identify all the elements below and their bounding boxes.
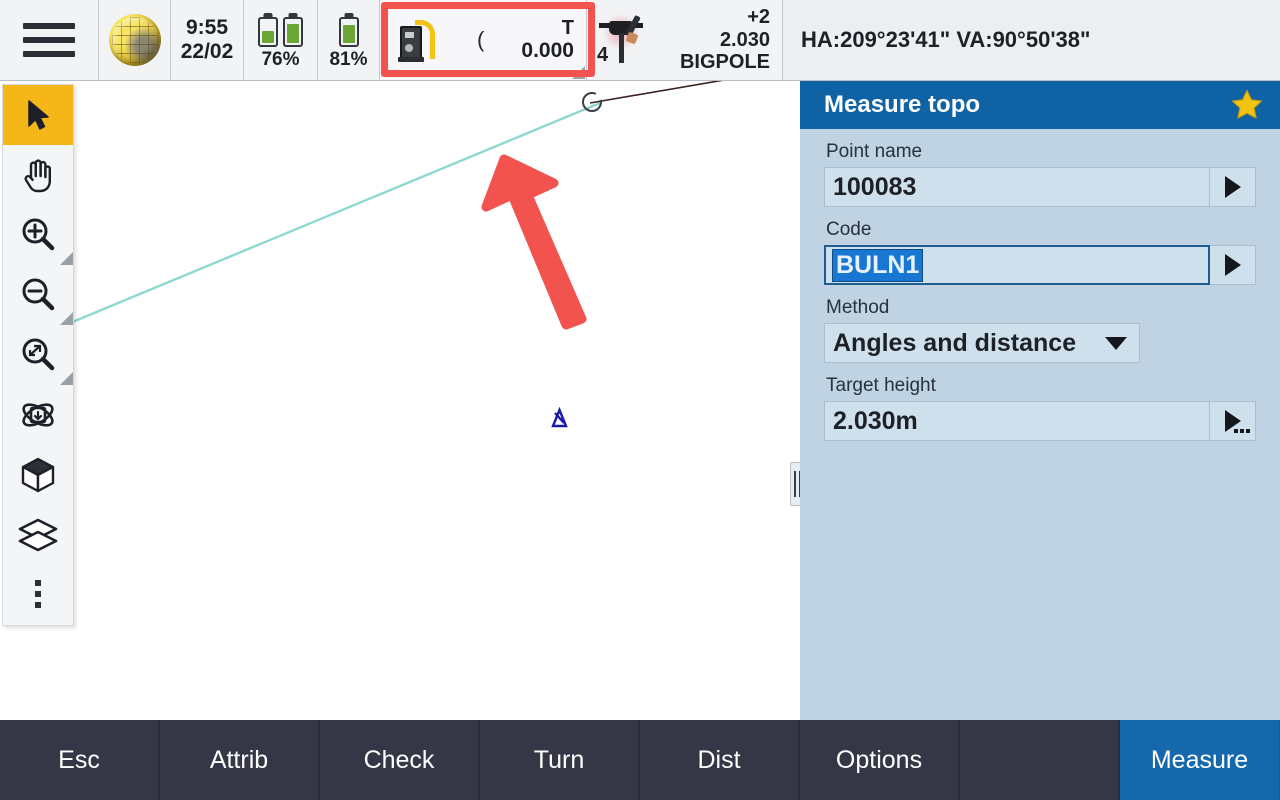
battery-primary-status[interactable]: 76%	[244, 0, 318, 80]
sidebar-item-zoom-extents-tool[interactable]	[3, 325, 73, 385]
panel-fields: Point name 100083 Code BULN1 Method Angl…	[800, 141, 1280, 441]
instrument-values: T 0.000	[521, 17, 574, 62]
sidebar-item-select-tool[interactable]	[3, 85, 73, 145]
battery-primary-label: 76%	[261, 49, 300, 70]
point-name-dropdown-button[interactable]	[1210, 167, 1256, 207]
submenu-corner-icon[interactable]	[60, 312, 73, 325]
esc-button[interactable]: Esc	[0, 720, 160, 800]
battery-icon	[338, 17, 359, 47]
target-height-options-button[interactable]	[1210, 401, 1256, 441]
chevron-down-icon	[1105, 336, 1127, 350]
app-root: 9:55 22/02 76% 81% ( T 0.000 4 +2 2.030 …	[0, 0, 1280, 800]
panel-splitter-handle[interactable]	[790, 462, 800, 506]
code-input[interactable]: BULN1	[824, 245, 1210, 285]
turn-button[interactable]: Turn	[480, 720, 640, 800]
attrib-button[interactable]: Attrib	[160, 720, 320, 800]
map-graphics	[69, 81, 724, 428]
point-marker	[551, 406, 568, 428]
sight-line	[589, 81, 724, 104]
submenu-corner-icon[interactable]	[60, 372, 73, 385]
sidebar-item-zoom-out-tool[interactable]	[3, 265, 73, 325]
target-offset: +2	[747, 6, 770, 29]
cursor-arrow-icon	[28, 100, 49, 130]
code-row: BULN1	[824, 245, 1256, 285]
target-name: BIGPOLE	[679, 51, 770, 74]
instrument-paren: (	[477, 27, 485, 52]
dist-button[interactable]: Dist	[640, 720, 800, 800]
prism-target-icon: 4	[597, 11, 653, 69]
code-label: Code	[826, 219, 872, 240]
sidebar-item-layers-tool[interactable]	[3, 505, 73, 565]
submenu-corner-icon[interactable]	[60, 252, 73, 265]
code-dropdown-button[interactable]	[1210, 245, 1256, 285]
point-name-input[interactable]: 100083	[824, 167, 1210, 207]
hamburger-menu-icon	[23, 23, 75, 57]
ellipsis-icon	[1234, 429, 1250, 433]
target-height-row: 2.030m	[824, 401, 1256, 441]
panel-header: Measure topo	[800, 81, 1280, 129]
target-status-cell[interactable]: 4 +2 2.030 BIGPOLE	[587, 0, 783, 80]
method-label: Method	[826, 297, 890, 318]
target-height-input[interactable]: 2.030m	[824, 401, 1210, 441]
more-vertical-icon	[35, 580, 41, 608]
instrument-status-cell[interactable]: ( T 0.000	[380, 0, 587, 80]
hand-pan-icon	[24, 159, 51, 193]
sidebar-item-zoom-in-tool[interactable]	[3, 205, 73, 265]
sidebar-item-view-3d-tool[interactable]	[3, 445, 73, 505]
page-title: Measure topo	[824, 91, 981, 118]
target-number: 4	[597, 44, 609, 66]
cell-expand-corner-icon[interactable]	[572, 66, 585, 79]
chevron-right-icon	[1224, 254, 1241, 276]
point-name-row: 100083	[824, 167, 1256, 207]
map-toolbar	[2, 84, 74, 626]
map-canvas[interactable]	[0, 81, 800, 720]
sidebar-item-more-tools[interactable]	[3, 565, 73, 625]
instrument-type-label: T	[561, 17, 574, 40]
measure-button[interactable]: Measure	[1120, 720, 1280, 800]
magnifier-scan-icon	[22, 338, 55, 371]
battery-secondary-label: 81%	[329, 49, 368, 70]
battery-icon-single	[338, 9, 359, 47]
globe-status-button[interactable]	[99, 0, 171, 80]
battery-icon	[258, 17, 278, 47]
cube-icon	[21, 457, 55, 493]
code-input-value: BULN1	[832, 248, 924, 282]
clock-date: 22/02	[180, 40, 234, 63]
options-button[interactable]: Options	[800, 720, 960, 800]
target-height-label: Target height	[826, 375, 936, 396]
angle-readout[interactable]: HA:209°23'41" VA:90°50'38"	[783, 0, 1280, 80]
method-select-value: Angles and distance	[833, 328, 1077, 357]
globe-icon	[108, 14, 161, 66]
check-button[interactable]: Check	[320, 720, 480, 800]
battery-icon-pair	[258, 9, 303, 47]
layers-icon	[18, 518, 58, 552]
target-values: +2 2.030 BIGPOLE	[680, 6, 770, 73]
bottom-action-bar: Esc Attrib Check Turn Dist Options Measu…	[0, 720, 1280, 800]
bottom-bar-spacer	[960, 720, 1120, 800]
angle-readout-text: HA:209°23'41" VA:90°50'38"	[801, 27, 1091, 52]
star-icon[interactable]	[1230, 88, 1264, 122]
clock-time: 9:55	[185, 16, 229, 40]
clock-status[interactable]: 9:55 22/02	[171, 0, 244, 80]
measure-topo-panel: Measure topo Point name 100083 Code BULN…	[800, 81, 1280, 720]
total-station-icon	[396, 14, 438, 66]
orbit-rotate-icon	[22, 403, 54, 427]
chevron-right-icon	[1224, 176, 1241, 198]
sidebar-item-orbit-tool[interactable]	[3, 385, 73, 445]
magnifier-plus-icon	[22, 218, 55, 251]
target-height-value: 2.030	[719, 28, 770, 51]
battery-secondary-status[interactable]: 81%	[318, 0, 380, 80]
instrument-value: 0.000	[521, 39, 574, 63]
magnifier-minus-icon	[22, 278, 55, 311]
hamburger-menu-button[interactable]	[0, 0, 99, 80]
survey-line	[69, 101, 601, 325]
method-select[interactable]: Angles and distance	[824, 323, 1140, 363]
sidebar-item-pan-tool[interactable]	[3, 145, 73, 205]
top-status-bar: 9:55 22/02 76% 81% ( T 0.000 4 +2 2.030 …	[0, 0, 1280, 81]
point-name-label: Point name	[826, 141, 923, 162]
battery-icon	[283, 17, 303, 47]
